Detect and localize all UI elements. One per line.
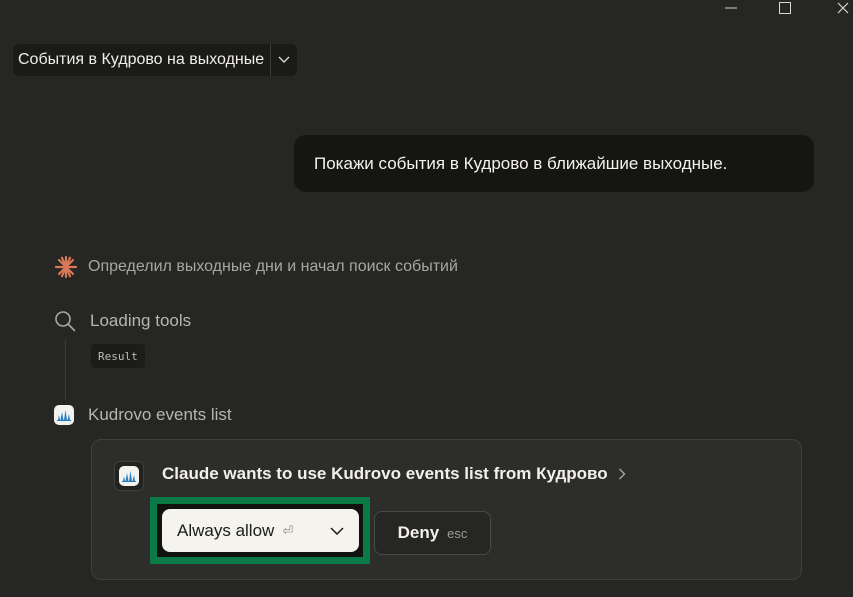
user-message: Покажи события в Кудрово в ближайшие вых… (294, 135, 814, 192)
permission-card: Claude wants to use Kudrovo events list … (91, 439, 802, 580)
maximize-button[interactable] (770, 0, 800, 16)
always-allow-button[interactable]: Always allow ⏎ (162, 509, 359, 552)
result-tag[interactable]: Result (91, 344, 145, 368)
conversation-title-bar: События в Кудрово на выходные (13, 44, 298, 76)
search-icon (55, 311, 76, 332)
chevron-right-icon (618, 468, 626, 480)
claude-spark-icon (54, 255, 78, 279)
kudrovo-app-icon (54, 405, 74, 425)
minimize-icon (725, 7, 737, 9)
permission-prompt-text: Claude wants to use Kudrovo events list … (162, 464, 608, 483)
tool-step-kudrovo-events[interactable]: Kudrovo events list (54, 405, 232, 425)
conversation-title[interactable]: События в Кудрово на выходные (13, 44, 270, 76)
close-button[interactable] (828, 0, 853, 16)
assistant-status-text: Определил выходные дни и начал поиск соб… (88, 258, 458, 275)
chevron-down-icon (330, 526, 344, 535)
tool-step-loading-tools[interactable]: Loading tools (54, 310, 191, 332)
always-allow-label: Always allow (177, 520, 275, 540)
chevron-down-icon (278, 56, 290, 63)
permission-app-icon-box (114, 461, 144, 491)
focus-highlight: Always allow ⏎ (150, 497, 370, 564)
enter-key-icon: ⏎ (282, 522, 294, 538)
minimize-button[interactable] (716, 0, 746, 16)
deny-label: Deny (397, 523, 440, 542)
assistant-status: Определил выходные дни и начал поиск соб… (54, 255, 458, 279)
close-icon (837, 2, 849, 14)
tool-step-label: Kudrovo events list (88, 405, 232, 424)
maximize-icon (779, 2, 791, 14)
conversation-menu-button[interactable] (271, 44, 297, 76)
allow-options-dropdown[interactable] (330, 526, 344, 535)
kudrovo-app-icon (119, 466, 139, 486)
permission-prompt[interactable]: Claude wants to use Kudrovo events list … (162, 464, 626, 484)
allow-button-frame: Always allow ⏎ (157, 504, 363, 557)
deny-shortcut: esc (447, 525, 468, 541)
timeline-connector (65, 340, 66, 400)
tool-step-label: Loading tools (90, 311, 192, 330)
deny-button[interactable]: Deny esc (374, 511, 491, 555)
